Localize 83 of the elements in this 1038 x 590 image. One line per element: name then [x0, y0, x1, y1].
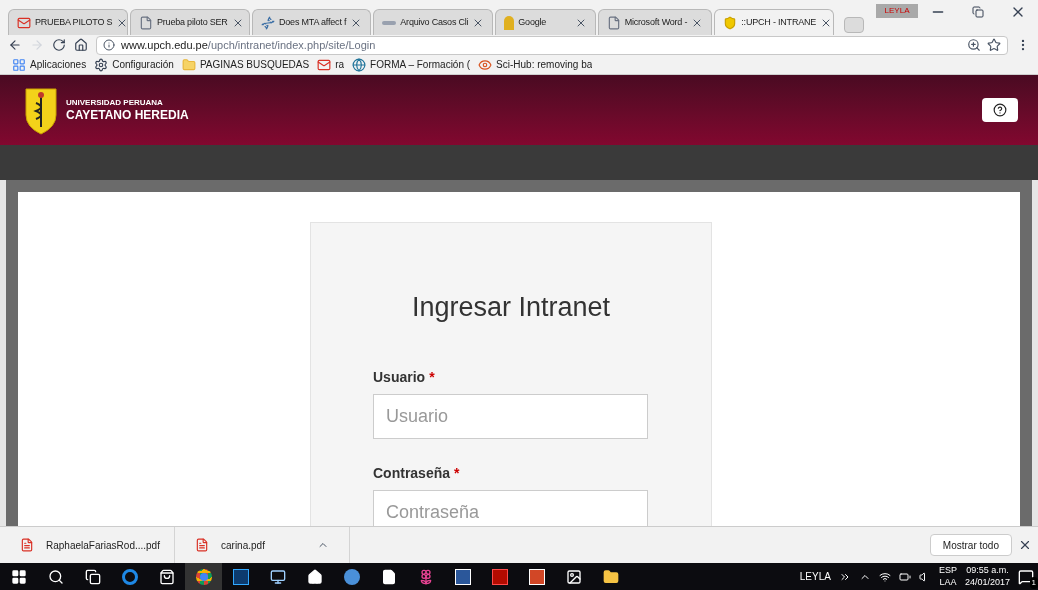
- clock-date[interactable]: 24/01/2017: [964, 576, 1010, 588]
- browser-tab[interactable]: Does MTA affect f: [252, 9, 372, 35]
- search-icon[interactable]: [47, 568, 64, 585]
- notification-count: 1: [1029, 576, 1038, 589]
- bookmark-link[interactable]: Aplicaciones: [30, 57, 87, 72]
- monitor-icon[interactable]: [269, 568, 286, 585]
- zoom-icon[interactable]: [967, 38, 981, 52]
- globe-icon[interactable]: [343, 568, 360, 585]
- mail-icon: [317, 57, 332, 72]
- tab-title: ::UPCH - INTRANE: [741, 15, 817, 29]
- back-icon[interactable]: [8, 38, 22, 52]
- layout-code[interactable]: LAA: [939, 576, 957, 588]
- tab-title: Does MTA affect f: [279, 15, 347, 29]
- text-field[interactable]: Contraseña: [373, 489, 648, 526]
- browser-tab[interactable]: PRUEBA PILOTO S: [8, 9, 128, 35]
- info-icon: [103, 39, 115, 51]
- browser-tab[interactable]: ::UPCH - INTRANE: [714, 9, 835, 35]
- pdf-icon: [195, 538, 209, 552]
- folder-icon[interactable]: [602, 568, 619, 585]
- crest-logo: [24, 85, 58, 135]
- battery-icon[interactable]: [898, 570, 911, 583]
- field-label: Contraseña: [373, 463, 451, 483]
- mail-icon: [17, 15, 31, 30]
- file-name: carina.pdf: [221, 538, 266, 553]
- edge-icon[interactable]: [121, 568, 138, 585]
- tab-title: Arquivo Casos Cli: [400, 15, 469, 29]
- bag-icon[interactable]: [158, 568, 175, 585]
- shield-icon: [723, 15, 738, 30]
- clock-time[interactable]: 09:55 a.m.: [966, 565, 1009, 577]
- acrobat-icon[interactable]: [491, 568, 508, 585]
- powerpoint-icon[interactable]: [528, 568, 545, 585]
- help-button[interactable]: [982, 98, 1018, 122]
- toolbar-label[interactable]: LEYLA: [799, 569, 831, 584]
- tab-title: Prueba piloto SER: [157, 15, 228, 29]
- bookmark-link[interactable]: PAGINAS BUSQUEDAS: [199, 57, 310, 72]
- helix-icon: [261, 15, 275, 30]
- required-mark: *: [429, 367, 435, 387]
- address-field[interactable]: www.upch.edu.pe/upch/intranet/index.php/site/Login: [96, 35, 1008, 55]
- globe-icon: [352, 57, 367, 72]
- login-title: Ingresar Intranet: [410, 291, 612, 324]
- browser-tab[interactable]: Google: [495, 9, 596, 35]
- page-icon: [606, 15, 621, 30]
- language-code[interactable]: ESP: [938, 565, 957, 577]
- tab-title: Google: [518, 15, 548, 29]
- bookmark-link[interactable]: Sci-Hub: removing ba: [496, 57, 593, 72]
- windows-icon[interactable]: [10, 568, 27, 585]
- eye-icon: [478, 57, 493, 72]
- browser-tab[interactable]: Prueba piloto SER: [130, 9, 250, 35]
- gear-icon: [94, 57, 109, 72]
- bookmark-link[interactable]: FORMA – Formación (: [370, 57, 471, 72]
- browser-tab[interactable]: Arquivo Casos Cli: [373, 9, 494, 35]
- apps-icon: [12, 57, 26, 72]
- task-view-icon[interactable]: [84, 568, 101, 585]
- figure-icon: [504, 15, 515, 30]
- folder-icon: [181, 57, 196, 72]
- file-name: RaphaelaFariasRod....pdf: [46, 538, 160, 553]
- bookmark-link[interactable]: Configuración: [112, 57, 174, 72]
- url-text: www.upch.edu.pe/upch/intranet/index.php/site/Login: [121, 37, 376, 53]
- field-label: Usuario: [373, 367, 426, 387]
- tab-title: Microsoft Word -: [624, 15, 688, 29]
- pdf-icon: [20, 538, 34, 552]
- picture-icon[interactable]: [565, 568, 582, 585]
- page-icon: [139, 15, 153, 30]
- notifications-icon[interactable]: [1018, 568, 1034, 585]
- home-icon[interactable]: [74, 38, 88, 52]
- university-name: CAYETANO HEREDIA: [66, 109, 189, 121]
- chrome-icon[interactable]: [195, 568, 212, 585]
- required-mark: *: [454, 463, 460, 483]
- browser-tab[interactable]: Microsoft Word -: [597, 9, 713, 35]
- network-icon[interactable]: [878, 570, 891, 583]
- university-subtitle: UNIVERSIDAD PERUANA: [66, 99, 164, 107]
- star-icon[interactable]: [987, 38, 1001, 52]
- text-field[interactable]: Usuario: [373, 393, 648, 439]
- reload-icon[interactable]: [52, 38, 66, 52]
- word-icon[interactable]: [454, 568, 471, 585]
- tab-title: PRUEBA PILOTO S: [35, 15, 113, 29]
- photoshop-icon[interactable]: [232, 568, 249, 585]
- document-icon[interactable]: [380, 568, 397, 585]
- help-icon: [993, 103, 1007, 117]
- close-icon[interactable]: [1018, 538, 1032, 552]
- bookmark-link[interactable]: ra: [335, 57, 345, 72]
- show-all-button[interactable]: Mostrar todo: [929, 534, 1012, 556]
- dots-icon: [382, 20, 397, 25]
